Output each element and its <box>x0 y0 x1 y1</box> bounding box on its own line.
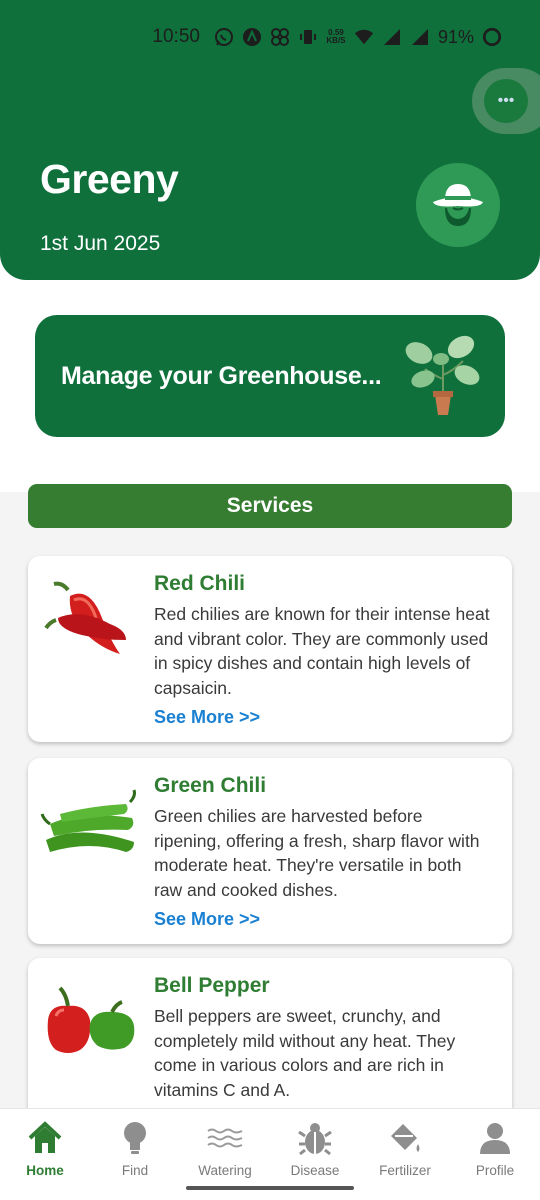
nav-profile[interactable]: Profile <box>450 1109 540 1200</box>
vibrate-icon <box>298 27 318 47</box>
card-description: Bell peppers are sweet, crunchy, and com… <box>154 1006 456 1100</box>
card-description: Green chilies are harvested before ripen… <box>154 806 480 900</box>
app-title: Greeny <box>40 156 179 202</box>
card-title: Red Chili <box>154 572 246 595</box>
status-time: 10:50 <box>152 26 200 47</box>
nav-label: Fertilizer <box>379 1163 431 1178</box>
card-description: Red chilies are known for their intense … <box>154 604 490 698</box>
potted-plant-icon <box>405 335 480 415</box>
floating-chat-bubble[interactable]: ••• <box>472 68 540 134</box>
banner-text: Manage your Greenhouse... <box>61 361 382 390</box>
card-title: Green Chili <box>154 774 267 797</box>
water-waves-icon <box>205 1119 245 1157</box>
nav-label: Home <box>26 1163 64 1178</box>
home-icon <box>25 1119 65 1157</box>
nav-home[interactable]: Home <box>0 1109 90 1200</box>
signal-icon <box>382 27 402 47</box>
app-header: 10:50 0.59 KB/S 91% Greeny 1st Jun 2025 <box>0 0 540 280</box>
app-notification-icon <box>242 27 262 47</box>
nav-label: Profile <box>475 1163 515 1178</box>
green-chili-image <box>40 789 136 852</box>
nav-label: Find <box>121 1163 149 1178</box>
services-header: Services <box>28 484 512 528</box>
net-speed-unit: KB/S <box>326 36 346 45</box>
service-card-red-chili[interactable]: Red Chili Red chilies are known for thei… <box>28 556 512 742</box>
nav-label: Watering <box>198 1163 252 1178</box>
bug-icon <box>295 1119 335 1157</box>
farmer-hat-icon <box>433 184 483 226</box>
net-speed: 0.59 KB/S <box>326 27 346 47</box>
nav-find[interactable]: Find <box>90 1109 180 1200</box>
status-bar: 10:50 0.59 KB/S 91% <box>0 22 540 52</box>
more-dots-icon: ••• <box>484 79 528 123</box>
pinwheel-icon <box>270 27 290 47</box>
battery-icon <box>482 27 502 47</box>
red-chili-image <box>44 581 126 654</box>
whatsapp-icon <box>214 27 234 47</box>
card-title: Bell Pepper <box>154 974 270 997</box>
lightbulb-icon <box>115 1119 155 1157</box>
service-card-bell-pepper[interactable]: Bell Pepper Bell peppers are sweet, crun… <box>28 958 512 1128</box>
battery-percent: 91% <box>437 26 474 47</box>
paint-bucket-icon <box>385 1119 425 1157</box>
bell-pepper-image <box>47 986 135 1053</box>
profile-avatar[interactable] <box>416 163 500 247</box>
nav-label: Disease <box>290 1163 340 1178</box>
gesture-bar[interactable] <box>186 1186 354 1190</box>
user-icon <box>475 1119 515 1157</box>
wifi-icon <box>354 27 374 47</box>
service-card-green-chili[interactable]: Green Chili Green chilies are harvested … <box>28 758 512 944</box>
nav-fertilizer[interactable]: Fertilizer <box>360 1109 450 1200</box>
greenhouse-banner[interactable]: Manage your Greenhouse... <box>35 315 505 437</box>
current-date: 1st Jun 2025 <box>40 232 161 255</box>
signal-2-icon <box>410 27 430 47</box>
see-more-link[interactable]: See More >> <box>154 909 260 930</box>
see-more-link[interactable]: See More >> <box>154 707 260 728</box>
